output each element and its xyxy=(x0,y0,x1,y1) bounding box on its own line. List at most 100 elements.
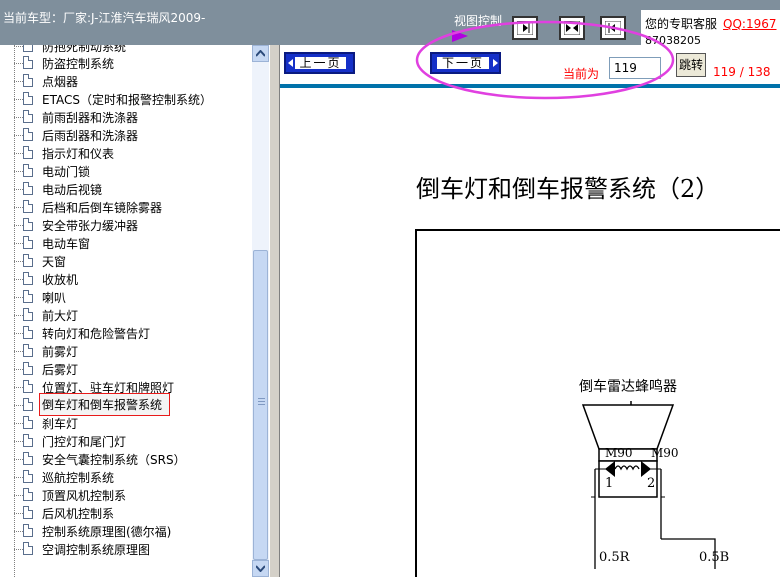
tree-item-label: 刹车灯 xyxy=(42,417,79,431)
tree-item-label: 喇叭 xyxy=(42,291,67,305)
tree-item-label: ETACS（定时和报警控制系统） xyxy=(42,93,212,107)
buzzer-horn-shape xyxy=(581,401,675,450)
document-icon xyxy=(23,146,33,159)
document-icon xyxy=(23,362,33,375)
tree-item-label: 电动后视镜 xyxy=(42,183,103,197)
service-label: 您的专职客服 xyxy=(645,17,718,31)
document-icon xyxy=(23,218,33,231)
arrow-left-bar-icon xyxy=(605,21,621,35)
tree-item[interactable]: 点烟器 xyxy=(14,72,250,90)
scroll-down-button[interactable] xyxy=(252,560,269,577)
tree-item[interactable]: 空调控制系统原理图 xyxy=(14,540,250,558)
wire-left-label: 0.5R xyxy=(599,550,631,565)
tree-item-label: 顶置风机控制系 xyxy=(42,489,127,503)
tree-item-label: 电动门锁 xyxy=(42,165,91,179)
chevron-down-icon xyxy=(256,565,265,572)
tree-item[interactable]: 后档和后倒车镜除雾器 xyxy=(14,198,250,216)
tree-item-selected[interactable]: 倒车灯和倒车报警系统 xyxy=(14,393,250,416)
scroll-up-button[interactable] xyxy=(252,45,269,62)
document-icon xyxy=(23,326,33,339)
jump-button[interactable]: 跳转 xyxy=(676,53,706,77)
page-title: 倒车灯和倒车报警系统（2） xyxy=(416,175,720,203)
document-icon xyxy=(23,164,33,177)
document-icon xyxy=(23,344,33,357)
header-bar: 当前车型：厂家:J-江淮汽车瑞风2009- 视图控制 您的专职客服 QQ:1967… xyxy=(0,0,780,47)
tree-item[interactable]: 后雾灯 xyxy=(14,360,250,378)
document-viewer: 上一页 下一页 当前为 跳转 119 / 138 倒车灯和倒车报警系统（2） 倒… xyxy=(280,45,780,577)
tree-item[interactable]: 前雨刮器和洗涤器 xyxy=(14,108,250,126)
document-icon xyxy=(23,45,33,52)
tree-item[interactable]: 防盗控制系统 xyxy=(14,54,250,72)
customer-service-box: 您的专职客服 QQ:1967 87038205 xyxy=(641,10,780,47)
qq-link[interactable]: QQ:1967 xyxy=(723,17,776,31)
tree-item[interactable]: 前雾灯 xyxy=(14,342,250,360)
document-icon xyxy=(23,74,33,87)
document-icon xyxy=(23,272,33,285)
tree-scrollbar[interactable] xyxy=(252,45,269,577)
document-icon xyxy=(23,524,33,537)
tree-item[interactable]: 收放机 xyxy=(14,270,250,288)
tree-item[interactable]: 电动门锁 xyxy=(14,162,250,180)
document-icon xyxy=(23,200,33,213)
next-page-button[interactable]: 下一页 xyxy=(430,52,501,74)
tree-item-label: 电动车窗 xyxy=(42,237,91,251)
tree-item-label: 后风机控制系 xyxy=(42,507,115,521)
view-fit-right-button[interactable] xyxy=(600,16,626,40)
connector-right-label: M90 xyxy=(651,446,679,460)
tree-item[interactable]: 安全气囊控制系统（SRS） xyxy=(14,450,250,468)
arrows-converge-icon xyxy=(564,21,580,35)
tree-item[interactable]: 刹车灯 xyxy=(14,414,250,432)
tree-item[interactable]: 指示灯和仪表 xyxy=(14,144,250,162)
document-icon xyxy=(23,182,33,195)
pin-left-label: 1 xyxy=(605,476,613,491)
tree-item[interactable]: 电动后视镜 xyxy=(14,180,250,198)
tree-item[interactable]: 门控灯和尾门灯 xyxy=(14,432,250,450)
page-count: 119 / 138 xyxy=(713,65,771,79)
tree-item[interactable]: 喇叭 xyxy=(14,288,250,306)
tree-item-label: 指示灯和仪表 xyxy=(42,147,115,161)
tree-item-label: 后雾灯 xyxy=(42,363,79,377)
tree-item-label: 前大灯 xyxy=(42,309,79,323)
document-icon xyxy=(23,398,33,411)
view-control-label: 视图控制 xyxy=(454,14,503,28)
tree-item[interactable]: 顶置风机控制系 xyxy=(14,486,250,504)
tree-item[interactable]: 控制系统原理图(德尔福) xyxy=(14,522,250,540)
view-fit-both-button[interactable] xyxy=(559,16,585,40)
tree-item-label: 安全带张力缓冲器 xyxy=(42,219,139,233)
schematic-diagram: 倒车雷达蜂鸣器 M90 M90 1 2 0.5R 0.5B xyxy=(579,378,729,569)
prev-page-button[interactable]: 上一页 xyxy=(284,52,355,74)
current-model-label: 当前车型：厂家:J-江淮汽车瑞风2009- xyxy=(3,11,206,25)
page-number-input[interactable] xyxy=(609,57,661,79)
tree-item[interactable]: ETACS（定时和报警控制系统） xyxy=(14,90,250,108)
current-page-label: 当前为 xyxy=(563,67,600,81)
view-fit-left-button[interactable] xyxy=(512,16,538,40)
pin-right-label: 2 xyxy=(647,476,655,491)
document-icon xyxy=(23,380,33,393)
scroll-thumb[interactable] xyxy=(253,250,268,560)
tree-item-label: 收放机 xyxy=(42,273,79,287)
wire-right-label: 0.5B xyxy=(699,550,729,565)
document-icon xyxy=(23,92,33,105)
document-icon xyxy=(23,56,33,69)
tree-item[interactable]: 巡航控制系统 xyxy=(14,468,250,486)
tree-item-label: 门控灯和尾门灯 xyxy=(42,435,127,449)
tree-item[interactable]: 电动车窗 xyxy=(14,234,250,252)
tree-item-label: 前雾灯 xyxy=(42,345,79,359)
tree-item-label: 空调控制系统原理图 xyxy=(42,543,151,557)
tree-item[interactable]: 转向灯和危险警告灯 xyxy=(14,324,250,342)
panel-splitter[interactable] xyxy=(269,45,280,577)
tree-item[interactable]: 后雨刮器和洗涤器 xyxy=(14,126,250,144)
arrow-right-icon xyxy=(493,59,498,67)
tree-item[interactable]: 天窗 xyxy=(14,252,250,270)
document-icon xyxy=(23,434,33,447)
tree-item[interactable]: 安全带张力缓冲器 xyxy=(14,216,250,234)
chapter-tree: 防抱死制动系统 防盗控制系统 点烟器 ETACS（定时和报警控制系统） 前雨刮器和洗涤… xyxy=(0,45,252,577)
document-icon xyxy=(23,110,33,123)
document-icon xyxy=(23,290,33,303)
tree-item-label: 控制系统原理图(德尔福) xyxy=(42,525,172,539)
tree-item-label: 前雨刮器和洗涤器 xyxy=(42,111,139,125)
tree-item[interactable]: 后风机控制系 xyxy=(14,504,250,522)
tree-item[interactable]: 前大灯 xyxy=(14,306,250,324)
document-icon xyxy=(23,542,33,555)
document-icon xyxy=(23,470,33,483)
